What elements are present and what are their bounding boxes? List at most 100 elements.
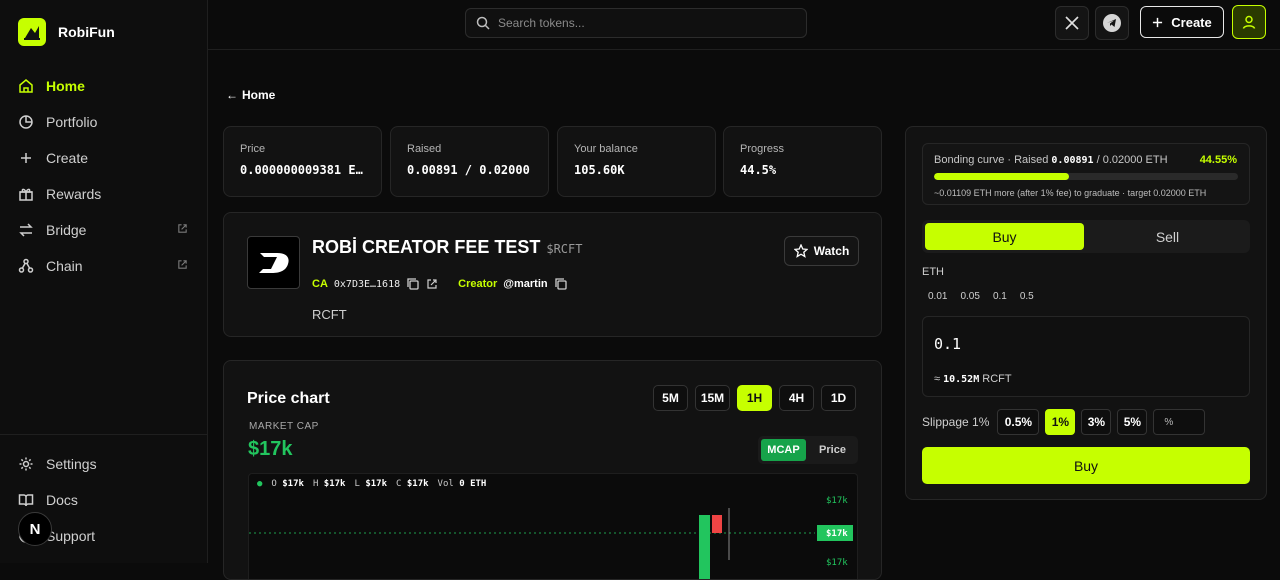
external-link-icon[interactable] — [426, 278, 438, 290]
arrow-left-icon: ← — [226, 88, 238, 102]
sidebar-item-home[interactable]: Home — [0, 68, 208, 104]
stat-value: 0.00891 / 0.02000 — [407, 163, 530, 177]
copy-icon[interactable] — [554, 277, 568, 291]
bonding-curve-label: Bonding curve · Raised 0.00891 / 0.02000… — [934, 154, 1168, 166]
slippage-option[interactable]: 1% — [1045, 409, 1076, 435]
ca-label: CA — [312, 278, 328, 290]
telegram-icon — [1103, 14, 1121, 32]
token-logo-icon — [258, 252, 289, 273]
sidebar-item-create[interactable]: Create — [0, 140, 208, 176]
stat-card-price: Price 0.000000009381 ETH — [223, 126, 382, 197]
sidebar-item-bridge[interactable]: Bridge — [0, 212, 208, 248]
sidebar-item-label: Chain — [46, 258, 83, 274]
candlestick-chart[interactable]: ● O $17k H $17k L $17k C $17k Vol 0 ETH … — [248, 473, 858, 579]
timeframe-5m[interactable]: 5M — [653, 385, 688, 411]
search-icon — [476, 16, 490, 30]
x-logo-icon — [1065, 16, 1079, 30]
star-icon — [793, 244, 808, 258]
stat-label: Progress — [740, 143, 785, 155]
create-button-label: Create — [1171, 14, 1212, 30]
timeframe-1d[interactable]: 1D — [821, 385, 856, 411]
contract-address: 0x7D3E…1618 — [333, 278, 401, 290]
sidebar-item-label: Support — [46, 528, 96, 544]
sidebar-item-label: Home — [46, 78, 85, 94]
telegram-button[interactable] — [1095, 6, 1129, 40]
sidebar-item-portfolio[interactable]: Portfolio — [0, 104, 208, 140]
toggle-price[interactable]: Price — [810, 439, 855, 461]
sidebar-item-label: Rewards — [46, 186, 102, 202]
token-ticker: $RCFT — [546, 242, 583, 256]
sidebar-item-label: Settings — [46, 456, 97, 472]
preset-button[interactable]: 0.01 — [928, 291, 947, 302]
create-button[interactable]: Create — [1140, 6, 1224, 38]
preset-button[interactable]: 0.1 — [993, 291, 1007, 302]
plus-icon — [21, 153, 31, 163]
sidebar-item-settings[interactable]: Settings — [0, 446, 208, 482]
watch-button[interactable]: Watch — [784, 236, 859, 266]
sidebar-item-chain[interactable]: Chain — [0, 248, 208, 284]
creator-handle[interactable]: @martin — [503, 278, 547, 290]
token-logo — [247, 236, 300, 289]
price-chart-card: Price chart 5M 15M 1H 4H 1D MARKET CAP $… — [223, 360, 882, 580]
sidebar-nav: Home Portfolio Create Rewards Bridge Cha… — [0, 68, 208, 284]
bridge-icon — [19, 223, 33, 237]
slippage-option[interactable]: 5% — [1117, 409, 1148, 435]
preset-button[interactable]: 0.5 — [1020, 291, 1034, 302]
axis-label-current: $17k — [826, 529, 848, 539]
axis-label: $17k — [826, 496, 848, 506]
chart-mode-toggle: MCAP Price — [758, 436, 858, 464]
slippage-label: Slippage 1% — [922, 415, 990, 429]
toggle-mcap[interactable]: MCAP — [761, 439, 806, 461]
watch-label: Watch — [813, 244, 850, 258]
slippage-custom-input[interactable]: % — [1153, 409, 1206, 435]
market-cap-label: MARKET CAP — [249, 421, 319, 432]
token-symbol: RCFT — [312, 307, 347, 322]
slippage-row: Slippage 1% 0.5% 1% 3% 5% % — [922, 409, 1206, 435]
amount-input[interactable] — [934, 335, 1234, 353]
amount-box: ≈ 10.52M RCFT — [922, 316, 1250, 397]
profile-button[interactable] — [1232, 5, 1266, 39]
brand[interactable]: RobiFun — [18, 18, 115, 46]
back-home-link[interactable]: ← Home — [226, 88, 275, 102]
search-box[interactable] — [465, 8, 807, 38]
curve-target: / 0.02000 ETH — [1093, 154, 1168, 166]
sidebar-item-label: Portfolio — [46, 114, 98, 130]
stat-card-progress: Progress 44.5% — [723, 126, 882, 197]
candle-down — [712, 515, 722, 533]
x-social-button[interactable] — [1055, 6, 1089, 40]
slippage-option[interactable]: 0.5% — [997, 409, 1040, 435]
home-icon — [19, 79, 33, 93]
book-icon — [18, 494, 34, 507]
stat-card-balance: Your balance 105.60K — [557, 126, 716, 197]
slippage-option[interactable]: 3% — [1081, 409, 1112, 435]
tab-sell[interactable]: Sell — [1088, 223, 1247, 250]
curve-progress-fill — [934, 173, 1070, 180]
copy-icon[interactable] — [406, 277, 420, 291]
brand-logo-icon — [18, 18, 46, 46]
curve-progress-track — [934, 173, 1238, 180]
timeframe-4h[interactable]: 4H — [779, 385, 814, 411]
stat-label: Raised — [407, 143, 442, 155]
preset-button[interactable]: 0.05 — [960, 291, 979, 302]
token-title: ROBİ CREATOR FEE TEST $RCFT — [312, 237, 582, 258]
tab-buy[interactable]: Buy — [925, 223, 1084, 250]
buy-sell-tabs: Buy Sell — [922, 220, 1250, 253]
curve-raised: 0.00891 — [1051, 155, 1094, 166]
creator-label: Creator — [458, 278, 498, 290]
search-input[interactable] — [498, 16, 798, 30]
sidebar-item-rewards[interactable]: Rewards — [0, 176, 208, 212]
timeframe-1h[interactable]: 1H — [737, 385, 772, 411]
chain-icon — [18, 258, 34, 273]
stat-value: 0.000000009381 ETH — [240, 163, 370, 177]
buy-submit-button[interactable]: Buy — [922, 447, 1250, 484]
curve-label-prefix: Bonding curve · Raised — [934, 154, 1052, 166]
receive-estimate: ≈ 10.52M RCFT — [934, 373, 1012, 385]
n-badge[interactable]: N — [18, 512, 52, 546]
token-name: ROBİ CREATOR FEE TEST — [312, 237, 541, 257]
plus-icon — [1153, 17, 1163, 27]
estimate-amount: 10.52M — [943, 374, 980, 385]
candle-up — [699, 515, 710, 579]
chart-title: Price chart — [247, 390, 330, 407]
timeframe-15m[interactable]: 15M — [695, 385, 730, 411]
pie-chart-icon — [19, 115, 33, 129]
